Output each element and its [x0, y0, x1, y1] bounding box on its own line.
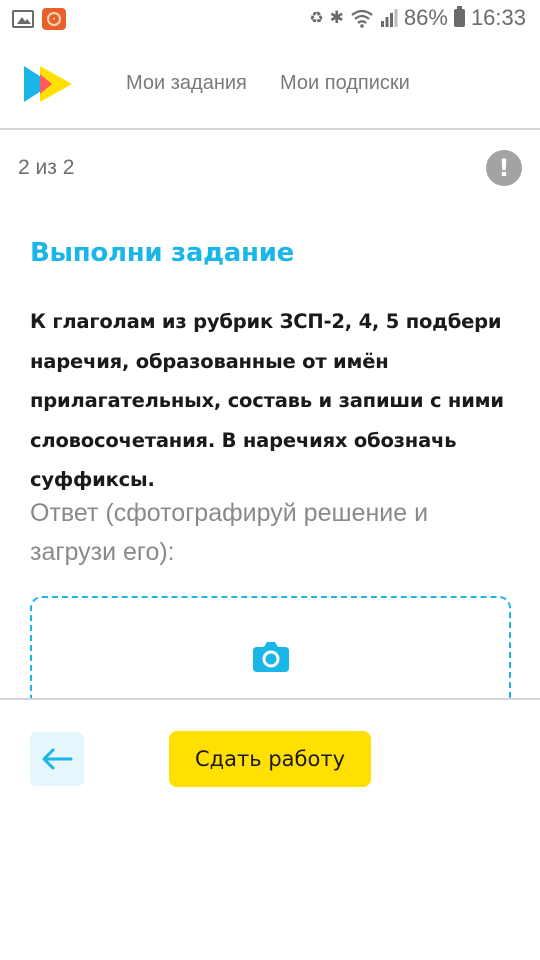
- photo-upload-area[interactable]: [30, 596, 511, 706]
- submit-button-label: Сдать работу: [195, 747, 345, 771]
- app-notification-icon: •: [42, 8, 66, 30]
- image-icon: [12, 10, 34, 28]
- notification-icons: •: [12, 8, 66, 30]
- wifi-icon: [351, 9, 373, 28]
- signal-icon: [380, 9, 398, 27]
- system-icons: ♻ ✱ 86% 16:33: [309, 6, 526, 30]
- bluetooth-icon: ✱: [329, 8, 344, 28]
- app-logo-icon[interactable]: [22, 66, 74, 102]
- bottom-action-bar: Сдать работу: [0, 698, 540, 960]
- battery-saver-icon: ♻: [309, 8, 324, 27]
- tab-my-subscriptions[interactable]: Мои подписки: [280, 72, 410, 95]
- clock: 16:33: [470, 5, 526, 30]
- exclamation-circle-icon[interactable]: !: [486, 150, 522, 186]
- back-button[interactable]: [30, 732, 84, 786]
- tab-my-tasks[interactable]: Мои задания: [126, 72, 247, 95]
- submit-work-button[interactable]: Сдать работу: [169, 731, 371, 787]
- battery-percent: 86%: [403, 5, 448, 30]
- camera-icon: [253, 642, 289, 672]
- app-header: Мои задания Мои подписки: [0, 38, 540, 130]
- page-title: Выполни задание: [30, 238, 294, 268]
- battery-icon: [453, 6, 465, 27]
- status-bar: • ♻ ✱ 86% 16:33: [0, 0, 540, 38]
- task-counter: 2 из 2: [18, 156, 75, 179]
- answer-label: Ответ (сфотографируй решение и загрузи е…: [30, 499, 429, 566]
- task-description: К глаголам из рубрик ЗСП-2, 4, 5 подбери…: [30, 310, 504, 491]
- arrow-left-icon: [42, 748, 73, 770]
